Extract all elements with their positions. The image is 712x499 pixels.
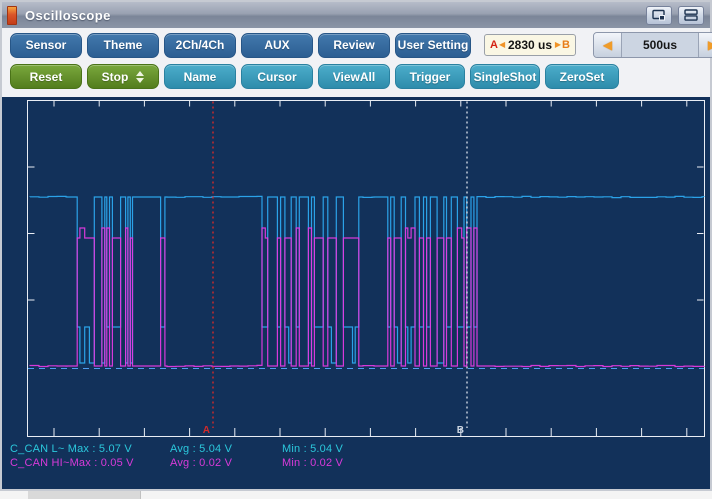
ab-delta-time: 2830 us	[507, 38, 553, 52]
title-bar: Oscilloscope	[2, 2, 710, 28]
waveform-display[interactable]: AB C_CAN L~ Max : 5.07 V Avg : 5.04 V Mi…	[2, 97, 710, 489]
pip-window-icon	[652, 9, 665, 21]
reset-button[interactable]: Reset	[10, 64, 82, 89]
window-controls	[640, 5, 710, 25]
theme-button[interactable]: Theme	[87, 32, 159, 58]
channel-mode-button[interactable]: 2Ch/4Ch	[164, 32, 236, 58]
left-arrow-icon: ◀	[498, 40, 506, 49]
timebase-value: 500us	[642, 38, 678, 52]
scope-plot[interactable]: AB	[27, 100, 706, 437]
cursor-a-label: A	[203, 425, 210, 436]
ch2-avg-readout: Avg : 0.02 V	[170, 457, 233, 469]
ch2-min-readout: Min : 0.02 V	[282, 457, 344, 469]
timebase-control: ◀ 500us ▶	[593, 32, 712, 58]
tile-windows-button[interactable]	[678, 5, 704, 25]
review-button[interactable]: Review	[318, 32, 390, 58]
desktop-background-strip	[0, 491, 712, 499]
ch1-max-readout: C_CAN L~ Max : 5.07 V	[10, 443, 132, 455]
cursor-ab-time-readout: A ◀ 2830 us ▶ B	[484, 34, 576, 56]
stop-button-label: Stop	[101, 69, 129, 84]
trigger-button[interactable]: Trigger	[395, 64, 465, 89]
cursor-button[interactable]: Cursor	[241, 64, 313, 89]
window-title: Oscilloscope	[25, 7, 111, 23]
zeroset-button[interactable]: ZeroSet	[545, 64, 619, 89]
timebase-increase-button[interactable]: ▶	[698, 33, 712, 57]
ch1-min-readout: Min : 5.04 V	[282, 443, 344, 455]
user-setting-button[interactable]: User Setting	[395, 32, 471, 58]
cursor-a-tag: A	[490, 39, 498, 51]
up-down-spinner-icon	[136, 70, 145, 83]
background-window-edge	[28, 491, 141, 499]
aux-button[interactable]: AUX	[241, 32, 313, 58]
tile-windows-icon	[684, 9, 698, 21]
oscilloscope-window: Oscilloscope Sensor Theme 2Ch/4Ch AUX Re…	[0, 0, 712, 491]
toolbar-row-1: Sensor Theme 2Ch/4Ch AUX Review User Set…	[2, 32, 712, 58]
ch1-avg-readout: Avg : 5.04 V	[170, 443, 233, 455]
viewall-button[interactable]: ViewAll	[318, 64, 390, 89]
cursor-b-tag: B	[562, 39, 570, 51]
sensor-button[interactable]: Sensor	[10, 32, 82, 58]
singleshot-button[interactable]: SingleShot	[470, 64, 540, 89]
toolbar: Sensor Theme 2Ch/4Ch AUX Review User Set…	[2, 28, 712, 97]
cursor-b-label: B	[457, 425, 464, 436]
timebase-decrease-button[interactable]: ◀	[594, 33, 622, 57]
ch2-max-readout: C_CAN HI~Max : 0.05 V	[10, 457, 134, 469]
right-arrow-icon: ▶	[554, 40, 562, 49]
screenshot-stage: Oscilloscope Sensor Theme 2Ch/4Ch AUX Re…	[0, 0, 712, 499]
stop-button[interactable]: Stop	[87, 64, 159, 89]
pip-window-button[interactable]	[646, 5, 672, 25]
oscilloscope-app-icon	[7, 5, 17, 25]
name-button[interactable]: Name	[164, 64, 236, 89]
toolbar-row-2: Reset Stop Name Cursor ViewAll Trigger S…	[2, 64, 619, 89]
